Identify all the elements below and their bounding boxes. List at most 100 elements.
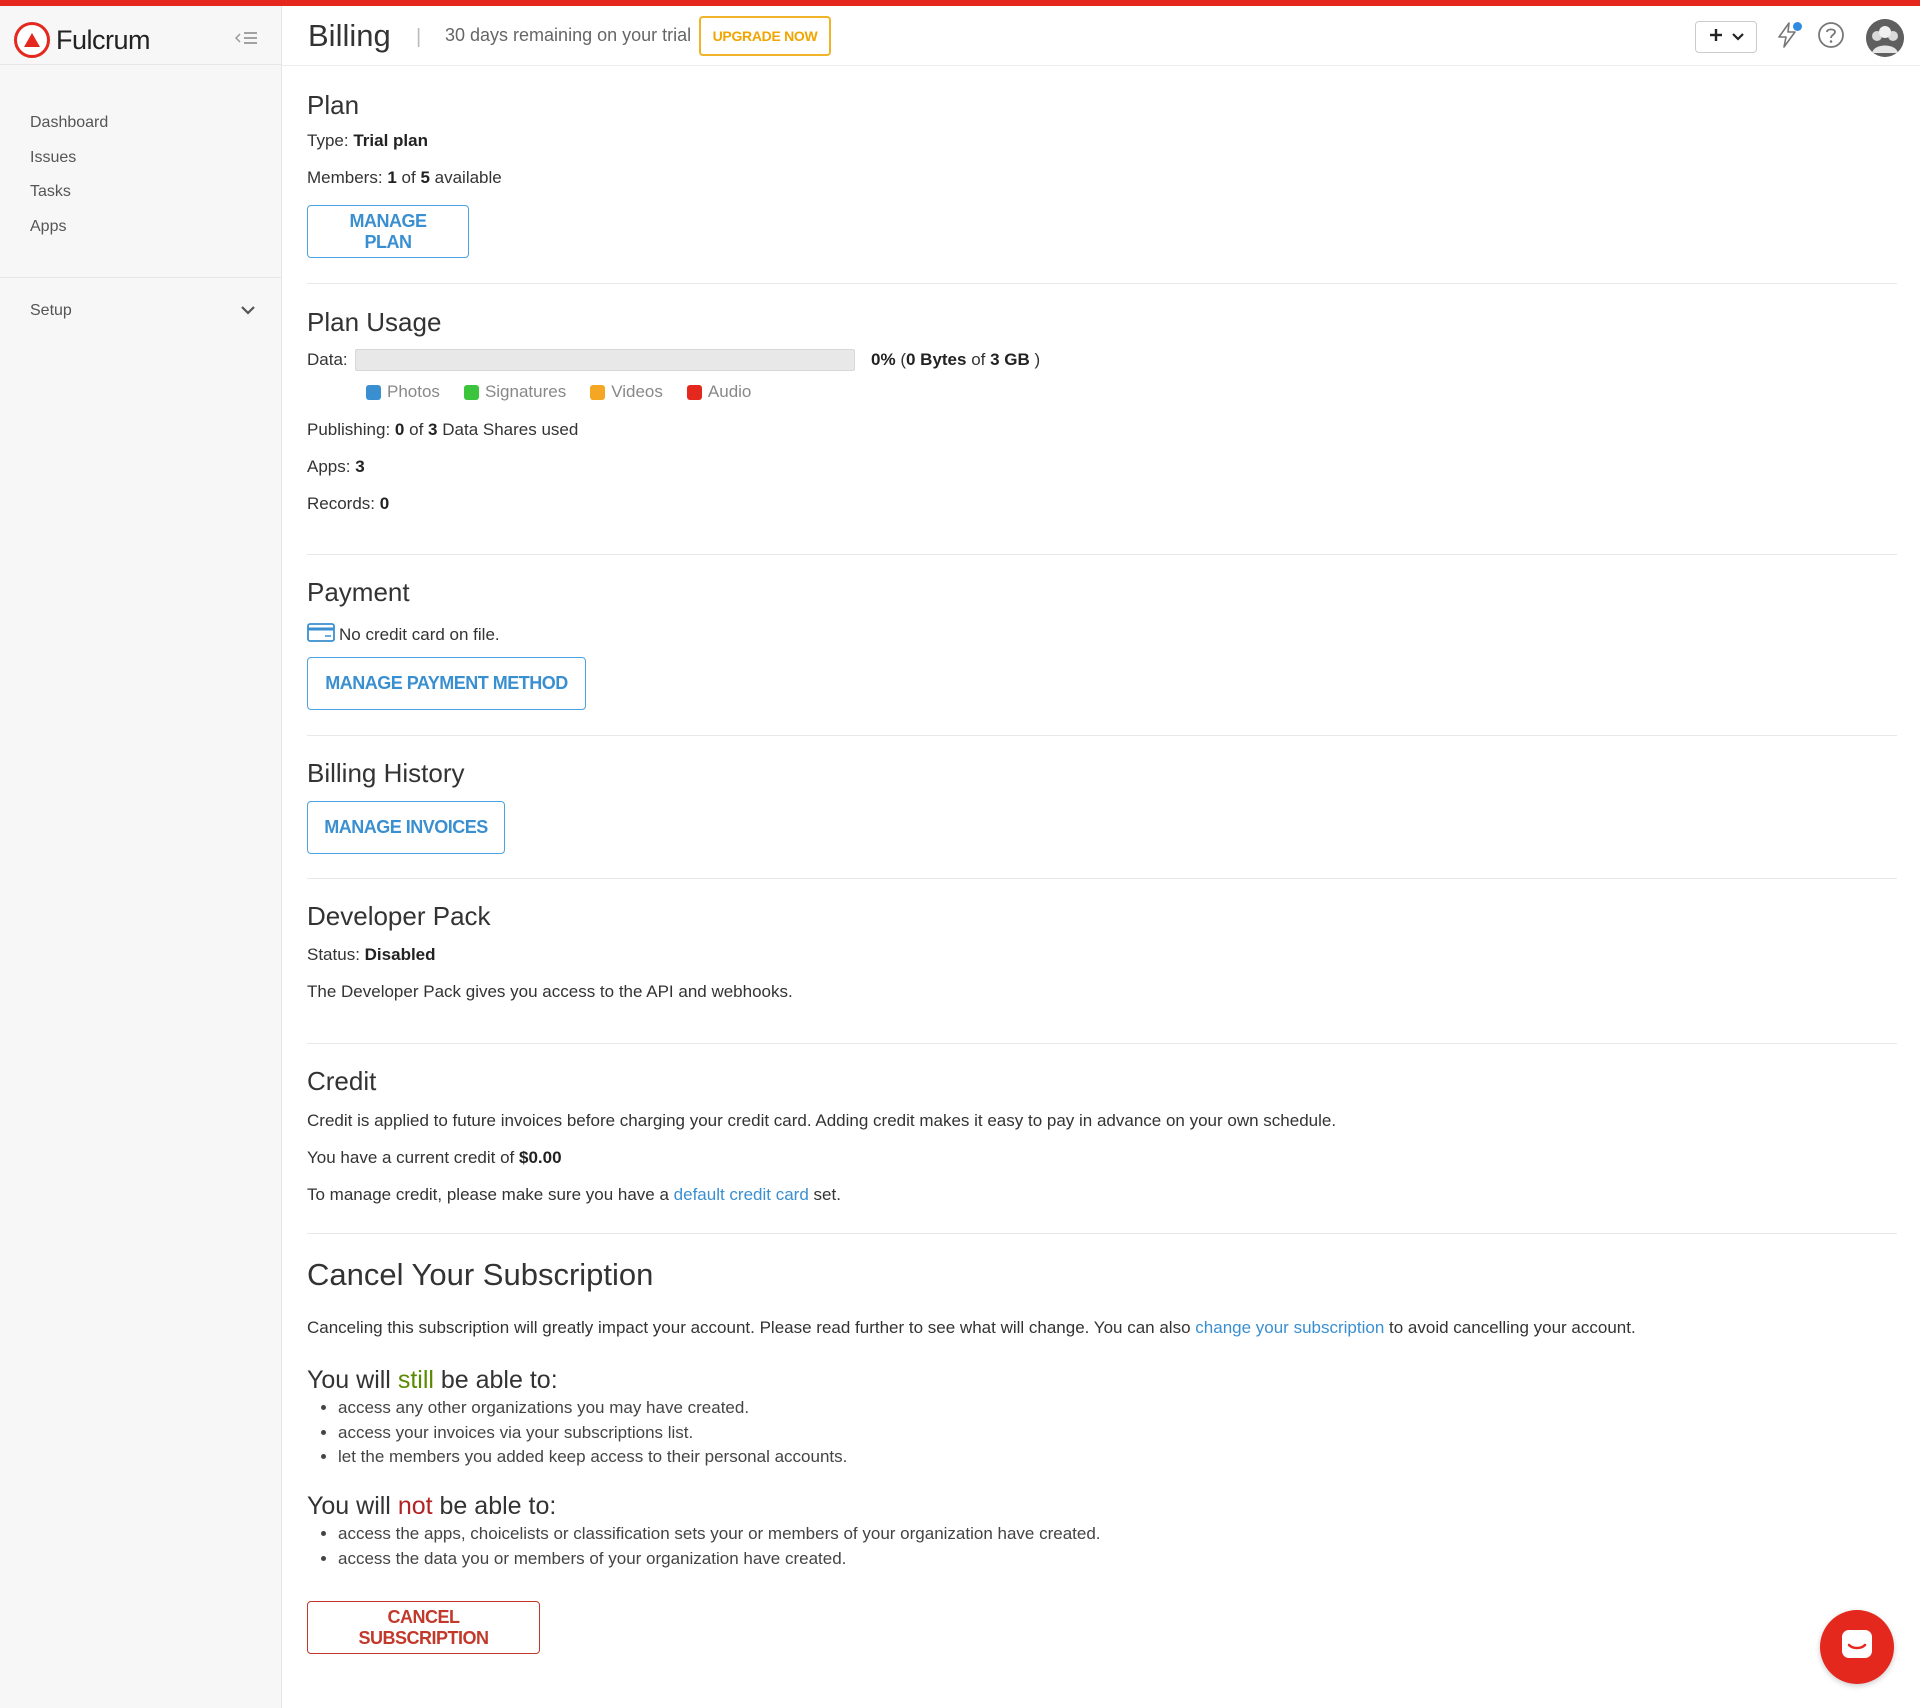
manage-invoices-button[interactable]: MANAGE INVOICES — [307, 801, 505, 854]
default-credit-card-link[interactable]: default credit card — [674, 1185, 809, 1204]
sidebar-item-issues[interactable]: Issues — [30, 141, 108, 176]
notifications-button[interactable] — [1770, 20, 1804, 54]
still-able-heading: You will still be able to: — [307, 1366, 558, 1395]
upgrade-now-button[interactable]: UPGRADE NOW — [699, 16, 831, 56]
plan-type-value: Trial plan — [353, 131, 428, 150]
plan-type-label: Type: — [307, 131, 349, 150]
sidebar-item-apps[interactable]: Apps — [30, 210, 108, 245]
manage-plan-button[interactable]: MANAGE PLAN — [307, 205, 469, 258]
add-menu-button[interactable] — [1695, 21, 1757, 53]
publishing-label: Publishing: — [307, 420, 391, 439]
data-label: Data: — [307, 350, 348, 369]
sidebar-item-dashboard[interactable]: Dashboard — [30, 106, 108, 141]
members-suffix: available — [434, 168, 502, 187]
not-able-heading: You will not be able to: — [307, 1492, 556, 1521]
apps-value: 3 — [355, 457, 365, 476]
members-label: Members: — [307, 168, 383, 187]
credit-card-icon — [307, 622, 335, 647]
sidebar-nav: Dashboard Issues Tasks Apps — [30, 106, 108, 244]
plan-members: Members: 1 of 5 available — [307, 168, 502, 188]
legend-item-photos: Photos — [366, 382, 440, 402]
data-usage-progress-bar — [355, 349, 855, 371]
sidebar-divider — [0, 64, 282, 65]
sidebar-item-setup[interactable]: Setup — [30, 294, 256, 328]
legend-item-signatures: Signatures — [463, 382, 566, 402]
page-header: Billing | 30 days remaining on your tria… — [282, 6, 1920, 66]
credit-heading: Credit — [307, 1066, 377, 1096]
header-separator: | — [416, 26, 422, 48]
records-label: Records: — [307, 494, 376, 513]
cancel-intro-suffix: to avoid cancelling your account. — [1389, 1318, 1636, 1337]
section-divider — [307, 554, 1897, 555]
members-total: 5 — [420, 168, 430, 187]
change-subscription-link[interactable]: change your subscription — [1195, 1318, 1384, 1337]
data-usage-percent: 0% — [871, 350, 896, 369]
user-avatar[interactable] — [1866, 19, 1904, 57]
user-avatar-icon — [1866, 19, 1904, 57]
page-title: Billing — [308, 18, 391, 53]
app-name: Fulcrum — [56, 24, 151, 55]
apps-count: Apps: 3 — [307, 457, 365, 477]
section-divider — [307, 283, 1897, 284]
sidebar-divider — [0, 277, 282, 278]
payment-status: No credit card on file. — [307, 622, 500, 647]
chat-icon — [1839, 1627, 1875, 1668]
help-button[interactable] — [1814, 20, 1848, 54]
collapse-sidebar-button[interactable] — [232, 28, 262, 52]
members-used: 1 — [387, 168, 397, 187]
legend-item-audio: Audio — [686, 382, 752, 402]
publishing-total: 3 — [428, 420, 438, 439]
current-credit-prefix: You have a current credit of — [307, 1148, 515, 1167]
trial-status: 30 days remaining on your trial — [445, 25, 692, 45]
manage-payment-method-button[interactable]: MANAGE PAYMENT METHOD — [307, 657, 586, 710]
not-suffix: be able to: — [439, 1492, 557, 1520]
data-usage-summary: 0% (0 Bytes of 3 GB ) — [871, 350, 1040, 370]
legend-label: Audio — [707, 382, 752, 401]
cancel-subscription-button[interactable]: CANCEL SUBSCRIPTION — [307, 1601, 540, 1654]
publishing-suffix: Data Shares used — [442, 420, 579, 439]
data-total: 3 GB — [990, 350, 1030, 369]
plan-usage-heading: Plan Usage — [307, 307, 442, 337]
app-logo[interactable]: Fulcrum — [14, 18, 151, 62]
cancel-subscription-heading: Cancel Your Subscription — [307, 1257, 654, 1292]
members-of: of — [401, 168, 416, 187]
list-item: access any other organizations you may h… — [338, 1396, 847, 1421]
legend-swatch — [590, 384, 606, 400]
legend-label: Photos — [387, 382, 440, 401]
plus-icon — [1708, 27, 1724, 48]
still-suffix: be able to: — [440, 1366, 558, 1394]
section-divider — [307, 878, 1897, 879]
records-value: 0 — [379, 494, 390, 513]
chevron-down-icon — [1732, 28, 1744, 46]
legend-swatch — [463, 384, 479, 400]
sidebar: Fulcrum Dashboard Issues Tasks Apps Setu… — [0, 6, 282, 1708]
legend-swatch — [686, 384, 702, 400]
developer-pack-status: Status: Disabled — [307, 945, 436, 965]
status-value: Disabled — [364, 945, 436, 964]
list-item: access your invoices via your subscripti… — [338, 1421, 847, 1446]
manage-credit-text: To manage credit, please make sure you h… — [307, 1185, 841, 1205]
publishing-used: 0 — [394, 420, 405, 439]
paren-close: ) — [1034, 350, 1041, 369]
publishing-usage: Publishing: 0 of 3 Data Shares used — [307, 420, 578, 440]
cancel-intro-prefix: Canceling this subscription will greatly… — [307, 1318, 1191, 1337]
chat-launcher-button[interactable] — [1820, 1610, 1894, 1684]
not-word: not — [397, 1492, 433, 1520]
status-label: Status: — [307, 945, 360, 964]
notification-dot — [1793, 22, 1802, 31]
section-divider — [307, 1043, 1897, 1044]
payment-heading: Payment — [307, 577, 410, 607]
publishing-of: of — [409, 420, 424, 439]
cancel-intro: Canceling this subscription will greatly… — [307, 1318, 1636, 1338]
manage-credit-prefix: To manage credit, please make sure you h… — [307, 1185, 669, 1204]
sidebar-item-tasks[interactable]: Tasks — [30, 175, 108, 210]
data-usage-legend: Photos Signatures Videos Audio — [366, 382, 751, 402]
billing-history-heading: Billing History — [307, 758, 465, 788]
no-card-text: No credit card on file. — [339, 624, 500, 644]
current-credit-value: $0.00 — [519, 1148, 562, 1167]
section-divider — [307, 1233, 1897, 1234]
legend-label: Videos — [611, 382, 663, 401]
manage-credit-suffix: set. — [813, 1185, 841, 1204]
question-circle-icon — [1817, 21, 1845, 54]
still-prefix: You will — [307, 1366, 391, 1394]
